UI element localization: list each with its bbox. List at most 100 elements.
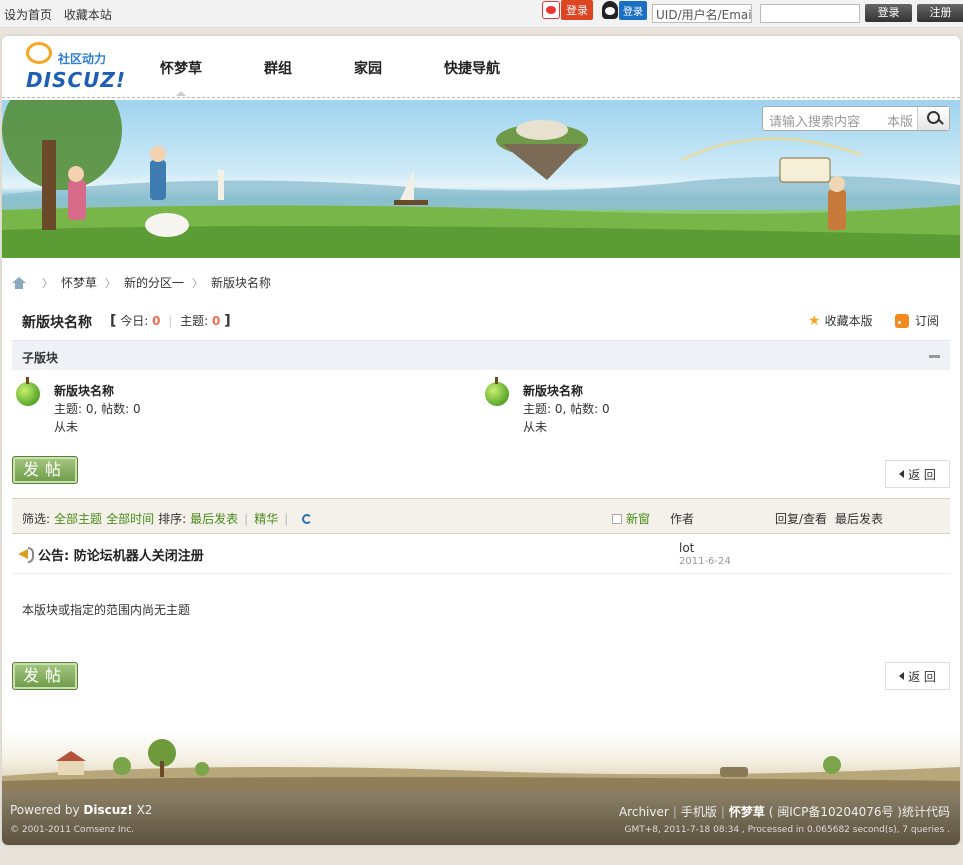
qq-login-button[interactable]: 登录	[602, 0, 647, 20]
footer-links: Archiver | 手机版 | 怀梦草 ( 闽ICP备10204076号 )统计代码	[618, 805, 950, 819]
qq-login-label: 登录	[619, 0, 647, 20]
star-icon: ★	[808, 312, 821, 329]
site-link[interactable]: 怀梦草	[729, 805, 765, 819]
discuz-link[interactable]: Discuz!	[83, 803, 132, 817]
filter-digest[interactable]: 精华	[254, 510, 278, 527]
home-icon[interactable]	[12, 276, 26, 289]
archiver-link[interactable]: Archiver	[619, 805, 669, 819]
subforum-name[interactable]: 新版块名称	[54, 382, 114, 399]
empty-message: 本版块或指定的范围内尚无主题	[22, 603, 191, 617]
back-button[interactable]: 返 回	[885, 662, 950, 690]
arrow-left-icon	[899, 672, 905, 680]
filter-all-threads[interactable]: 全部主题	[54, 510, 102, 527]
set-home-link[interactable]: 设为首页	[4, 8, 52, 22]
breadcrumb: 〉 怀梦草 〉 新的分区一 〉 新版块名称	[12, 274, 271, 291]
new-window-toggle[interactable]: 新窗	[612, 510, 650, 527]
nav-item-groups[interactable]: 群组	[250, 58, 306, 78]
page-wrapper: 社区动力 DISCUZ! 怀梦草 群组 家园 快捷导航 请输入搜索内容 本版 〉…	[2, 36, 960, 845]
username-input[interactable]: UID/用户名/Emai	[652, 4, 752, 23]
subscribe-button[interactable]: 订阅	[895, 312, 939, 329]
icp-info[interactable]: ( 闽ICP备10204076号 )统计代码	[769, 805, 950, 819]
filter-all-time[interactable]: 全部时间	[106, 510, 154, 527]
threads-label: 主题:	[180, 314, 209, 328]
footer-scenery	[2, 739, 960, 791]
page-stats: GMT+8, 2011-7-18 08:34 , Processed in 0.…	[624, 825, 950, 835]
breadcrumb-item-category[interactable]: 新的分区一	[124, 274, 184, 291]
subforum-last-post: 从未	[54, 420, 79, 434]
discuz-logo[interactable]: 社区动力 DISCUZ!	[24, 40, 126, 92]
arrow-left-icon	[899, 470, 905, 478]
favorite-label: 收藏本版	[824, 314, 873, 328]
header-banner: 请输入搜索内容 本版	[2, 100, 960, 258]
announcement-author[interactable]: lot	[679, 541, 694, 555]
subforum-item: 新版块名称 主题: 0, 帖数: 0 从未	[14, 377, 314, 440]
new-thread-button[interactable]: 发帖	[12, 662, 78, 690]
rss-icon	[895, 313, 909, 328]
subforum-header: 子版块	[12, 340, 950, 370]
sort-last-post[interactable]: 最后发表	[190, 510, 238, 527]
back-label: 返 回	[908, 467, 936, 482]
main-nav: 怀梦草 群组 家园 快捷导航	[146, 58, 548, 96]
refresh-icon[interactable]	[302, 513, 313, 524]
back-button[interactable]: 返 回	[885, 460, 950, 488]
nav-item-home[interactable]: 怀梦草	[146, 58, 216, 96]
top-links: 设为首页 收藏本站	[4, 6, 120, 23]
top-bar: 设为首页 收藏本站 登录 登录 UID/用户名/Emai 登录 注册	[0, 0, 963, 28]
threads-count: 0	[212, 314, 221, 328]
column-last-post: 最后发表	[835, 512, 884, 526]
mobile-link[interactable]: 手机版	[681, 805, 717, 819]
copyright: © 2001-2011 Comsenz Inc.	[10, 825, 135, 835]
footer-illustration	[2, 731, 960, 791]
register-button[interactable]: 注册	[917, 4, 963, 22]
weibo-login-label: 登录	[561, 0, 593, 20]
today-count: 0	[152, 314, 161, 328]
announcement-row: 公告: 防论坛机器人关闭注册 lot 2011-6-24	[12, 536, 950, 574]
nav-item-space[interactable]: 家园	[340, 58, 396, 78]
column-author: 作者	[670, 512, 695, 526]
megaphone-icon	[18, 546, 34, 563]
search-box: 请输入搜索内容 本版	[762, 106, 950, 131]
subforum-stats: 主题: 0, 帖数: 0	[54, 402, 141, 416]
search-icon[interactable]	[917, 107, 949, 130]
forum-stats: [ 今日: 0 | 主题: 0 ]	[110, 313, 231, 329]
search-scope[interactable]: 本版	[887, 111, 913, 130]
favorite-forum-button[interactable]: ★ 收藏本版	[808, 312, 873, 329]
collapse-icon[interactable]	[929, 355, 940, 358]
thread-list-header: 筛选: 全部主题 全部时间 排序: 最后发表 | 精华 | 新窗 作者 回复/查…	[12, 498, 950, 534]
site-header: 社区动力 DISCUZ! 怀梦草 群组 家园 快捷导航	[2, 36, 960, 98]
sort-label: 排序:	[158, 512, 187, 526]
breadcrumb-separator: 〉	[192, 276, 204, 290]
speech-bubble-icon	[26, 42, 52, 64]
powered-by: Powered by Discuz! X2	[10, 803, 153, 817]
back-label: 返 回	[908, 669, 936, 684]
login-button[interactable]: 登录	[865, 4, 912, 22]
filter-bar: 筛选: 全部主题 全部时间 排序: 最后发表 | 精华 |	[22, 510, 313, 527]
bookmark-link[interactable]: 收藏本站	[64, 8, 112, 22]
weibo-icon	[542, 1, 560, 19]
logo-brand: DISCUZ!	[26, 68, 126, 92]
site-footer: Powered by Discuz! X2 © 2001-2011 Comsen…	[2, 791, 960, 845]
today-label: 今日:	[120, 314, 149, 328]
password-input[interactable]	[760, 4, 860, 23]
new-window-checkbox[interactable]	[612, 513, 622, 524]
new-window-label: 新窗	[626, 512, 651, 526]
apple-icon	[16, 377, 40, 406]
breadcrumb-item-site[interactable]: 怀梦草	[61, 274, 97, 291]
apple-icon	[485, 377, 509, 406]
subforum-item: 新版块名称 主题: 0, 帖数: 0 从未	[483, 377, 783, 440]
subforum-stats: 主题: 0, 帖数: 0	[523, 402, 610, 416]
column-replies: 回复/查看	[775, 512, 828, 526]
subforum-name[interactable]: 新版块名称	[523, 382, 583, 399]
search-input[interactable]: 请输入搜索内容	[769, 111, 860, 130]
subforum-last-post: 从未	[523, 420, 548, 434]
new-thread-button[interactable]: 发帖	[12, 456, 78, 484]
nav-item-quicknav[interactable]: 快捷导航	[430, 58, 514, 78]
breadcrumb-item-forum[interactable]: 新版块名称	[211, 274, 271, 291]
breadcrumb-separator: 〉	[42, 276, 53, 290]
announcement-title[interactable]: 公告: 防论坛机器人关闭注册	[38, 545, 204, 564]
logo-tagline: 社区动力	[58, 52, 107, 66]
subforum-heading: 子版块	[22, 351, 59, 365]
breadcrumb-separator: 〉	[105, 276, 117, 290]
weibo-login-button[interactable]: 登录	[542, 0, 593, 20]
qq-icon	[602, 1, 618, 19]
